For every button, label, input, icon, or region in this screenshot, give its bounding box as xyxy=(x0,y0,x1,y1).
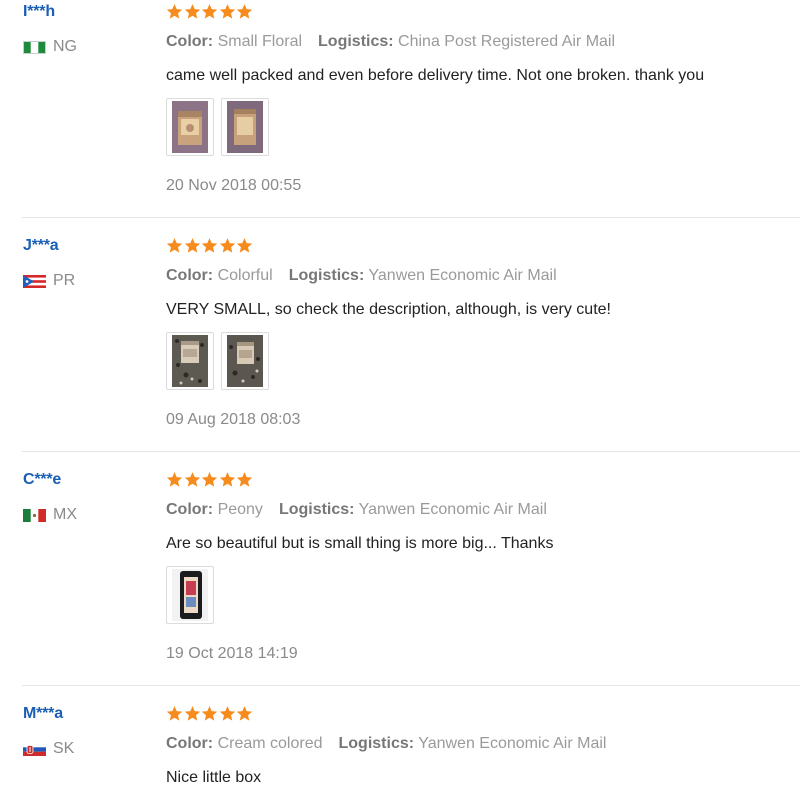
color-label: Color: xyxy=(166,735,214,752)
star-icon xyxy=(201,237,218,254)
review-text: Nice little box xyxy=(166,769,262,786)
star-icon xyxy=(184,705,201,722)
review-date: 20 Nov 2018 00:55 xyxy=(166,177,302,194)
star-icon xyxy=(236,471,253,488)
review-photo-thumbnail[interactable] xyxy=(221,98,269,156)
logistics-value: Yanwen Economic Air Mail xyxy=(368,267,557,284)
star-icon xyxy=(166,471,183,488)
order-info: Color: Colorful Logistics: Yanwen Economi… xyxy=(166,267,557,285)
star-icon xyxy=(219,705,236,722)
review-photo-thumbnail[interactable] xyxy=(221,332,269,390)
color-label: Color: xyxy=(166,33,214,50)
slovakia-flag-icon xyxy=(23,742,46,756)
color-label: Color: xyxy=(166,501,214,518)
order-info: Color: Peony Logistics: Yanwen Economic A… xyxy=(166,501,547,519)
reviewer-country: MX xyxy=(23,506,77,524)
star-rating xyxy=(166,237,254,259)
review-photos xyxy=(166,98,276,156)
reviewer-country: NG xyxy=(23,38,77,56)
star-icon xyxy=(219,237,236,254)
color-value: Colorful xyxy=(217,267,273,284)
logistics-label: Logistics: xyxy=(278,501,355,518)
review-photo-thumbnail[interactable] xyxy=(166,566,214,624)
logistics-label: Logistics: xyxy=(338,735,415,752)
order-info: Color: Small Floral Logistics: China Post… xyxy=(166,33,615,51)
reviewer-name[interactable]: I***h xyxy=(23,3,55,21)
country-code: MX xyxy=(53,506,77,523)
review-photos xyxy=(166,566,221,624)
star-icon xyxy=(219,471,236,488)
star-icon xyxy=(201,705,218,722)
logistics-value: Yanwen Economic Air Mail xyxy=(358,501,547,518)
star-icon xyxy=(184,3,201,20)
review-text: VERY SMALL, so check the description, al… xyxy=(166,301,611,318)
logistics-value: Yanwen Economic Air Mail xyxy=(418,735,607,752)
review-divider xyxy=(22,451,800,452)
star-icon xyxy=(236,705,253,722)
star-icon xyxy=(236,3,253,20)
logistics-value: China Post Registered Air Mail xyxy=(398,33,616,50)
review-photos xyxy=(166,332,276,390)
country-code: SK xyxy=(53,740,75,757)
star-icon xyxy=(166,3,183,20)
star-icon xyxy=(184,237,201,254)
color-value: Peony xyxy=(217,501,263,518)
star-icon xyxy=(201,3,218,20)
color-value: Small Floral xyxy=(217,33,303,50)
reviewer-name[interactable]: M***a xyxy=(23,705,63,723)
review-date: 19 Oct 2018 14:19 xyxy=(166,645,298,662)
review-divider xyxy=(22,217,800,218)
order-info: Color: Cream colored Logistics: Yanwen Ec… xyxy=(166,735,606,753)
review-item: I***h NG Color: Small Floral Logistics: C… xyxy=(0,0,800,218)
star-icon xyxy=(184,471,201,488)
country-code: PR xyxy=(53,272,76,289)
reviewer-country: PR xyxy=(23,272,75,290)
color-value: Cream colored xyxy=(217,735,323,752)
star-icon xyxy=(236,237,253,254)
mexico-flag-icon xyxy=(23,508,46,522)
review-divider xyxy=(22,685,800,686)
star-icon xyxy=(219,3,236,20)
logistics-label: Logistics: xyxy=(318,33,394,50)
country-code: NG xyxy=(53,38,77,55)
review-text: Are so beautiful but is small thing is m… xyxy=(166,535,554,552)
reviewer-name[interactable]: C***e xyxy=(23,471,61,489)
review-date: 09 Aug 2018 08:03 xyxy=(166,411,301,428)
review-item: C***e MX Color: Peony Logistics: Yanwen E… xyxy=(0,468,800,686)
star-icon xyxy=(201,471,218,488)
star-rating xyxy=(166,705,254,727)
reviewer-country: SK xyxy=(23,740,74,758)
nigeria-flag-icon xyxy=(23,40,46,54)
star-rating xyxy=(166,471,254,493)
star-icon xyxy=(166,705,183,722)
color-label: Color: xyxy=(166,267,214,284)
review-item: J***a PR Color: Colorful Logistics: Yanwe… xyxy=(0,234,800,452)
review-item: M***a SK Color: Cream colored Logistics: … xyxy=(0,702,800,800)
star-rating xyxy=(166,3,254,25)
review-text: came well packed and even before deliver… xyxy=(166,67,705,84)
star-icon xyxy=(166,237,183,254)
review-photo-thumbnail[interactable] xyxy=(166,332,214,390)
reviewer-name[interactable]: J***a xyxy=(23,237,59,255)
puerto-rico-flag-icon xyxy=(23,274,46,288)
review-photo-thumbnail[interactable] xyxy=(166,98,214,156)
logistics-label: Logistics: xyxy=(288,267,365,284)
